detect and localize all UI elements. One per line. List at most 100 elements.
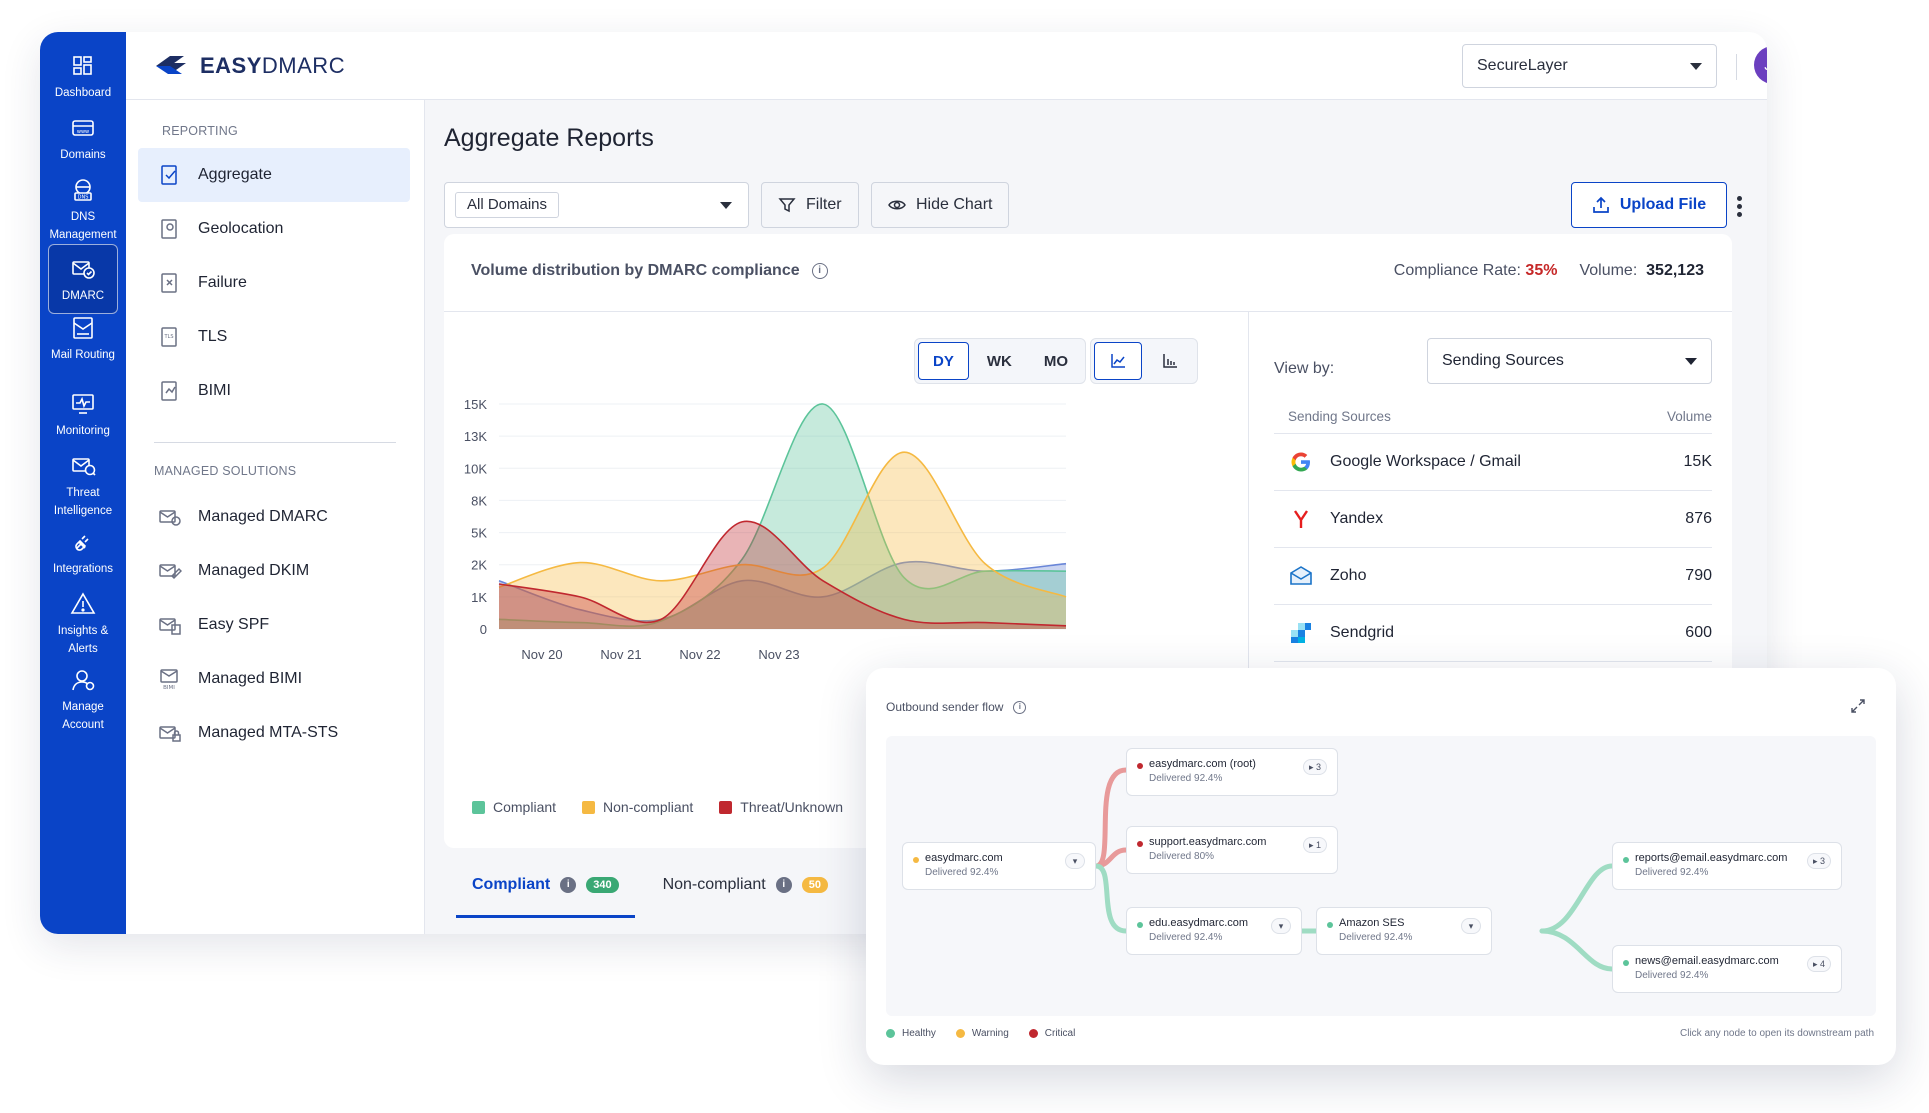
nav-geolocation[interactable]: Geolocation <box>138 202 410 256</box>
brand-logo[interactable]: EASYDMARC <box>154 50 345 82</box>
rail-monitoring[interactable]: Monitoring <box>40 390 126 440</box>
nav-bimi[interactable]: BIMI <box>138 364 410 418</box>
node-name: reports@email.easydmarc.com <box>1635 852 1788 864</box>
node-name: edu.easydmarc.com <box>1149 917 1249 929</box>
plug-icon <box>75 535 89 551</box>
bar-chart-button[interactable] <box>1146 342 1194 380</box>
nav-aggregate[interactable]: Aggregate <box>138 148 410 202</box>
svg-text:www: www <box>77 129 89 135</box>
flow-node-source[interactable]: easydmarc.com Delivered 92.4% ▾ <box>902 842 1096 890</box>
node-name: easydmarc.com (root) <box>1149 758 1256 770</box>
node-name: Amazon SES <box>1339 917 1405 929</box>
status-dot <box>1327 922 1333 928</box>
expand-children-control[interactable]: ▸ 3 <box>1806 853 1831 869</box>
table-row[interactable]: Yandex 876 <box>1274 491 1712 548</box>
y-tick-label: 13K <box>464 429 487 444</box>
rail-label: Threat Intelligence <box>53 487 113 517</box>
info-icon[interactable]: i <box>775 877 792 893</box>
rail-label: DMARC <box>61 290 105 302</box>
flow-node-reports[interactable]: reports@email.easydmarc.com Delivered 92… <box>1612 842 1842 890</box>
managed-dmarc-icon <box>159 510 181 526</box>
flow-node-news[interactable]: news@email.easydmarc.com Delivered 92.4%… <box>1612 945 1842 993</box>
rail-dns[interactable]: DNS DNS Management <box>40 176 126 244</box>
nav-failure[interactable]: Failure <box>138 256 410 310</box>
flow-canvas: easydmarc.com Delivered 92.4% ▾ easydmar… <box>886 736 1876 1016</box>
rail-domains[interactable]: www Domains <box>40 114 126 164</box>
table-row[interactable]: Google Workspace / Gmail 15K <box>1274 434 1712 491</box>
view-by-label: View by: <box>1274 360 1335 377</box>
legend-healthy: Healthy <box>886 1028 936 1039</box>
legend-noncompliant[interactable]: Non-compliant <box>582 799 693 815</box>
status-dot <box>1137 763 1143 769</box>
period-day[interactable]: DY <box>918 342 969 380</box>
nav-managed-mta-sts[interactable]: Managed MTA-STS <box>138 706 410 760</box>
chevron-down-icon <box>1685 357 1697 365</box>
flow-node-root[interactable]: easydmarc.com (root) Delivered 92.4% ▸ 3 <box>1126 748 1338 796</box>
status-dot <box>913 857 919 863</box>
hide-chart-button[interactable]: Hide Chart <box>871 182 1010 228</box>
rail-threat[interactable]: Threat Intelligence <box>40 452 126 520</box>
more-options-icon[interactable] <box>1737 196 1743 218</box>
legend-compliant[interactable]: Compliant <box>472 799 556 815</box>
chevron-down-icon[interactable]: ▾ <box>1461 918 1481 934</box>
nav-managed-dkim[interactable]: Managed DKIM <box>138 544 410 598</box>
source-name: Google Workspace / Gmail <box>1330 453 1521 470</box>
period-week[interactable]: WK <box>973 342 1026 380</box>
logo-light: DMARC <box>261 53 346 78</box>
flow-node-support[interactable]: support.easydmarc.com Delivered 80% ▸ 1 <box>1126 826 1338 874</box>
legend-warning: Warning <box>955 1028 1009 1039</box>
y-tick-label: 5K <box>471 526 487 541</box>
expand-children-control[interactable]: ▸ 4 <box>1806 956 1831 972</box>
domain-select[interactable]: All Domains <box>444 182 749 228</box>
info-icon[interactable]: i <box>1013 700 1027 714</box>
rail-mail-routing[interactable]: Mail Routing <box>40 314 126 364</box>
eye-icon <box>888 200 906 210</box>
period-month[interactable]: MO <box>1030 342 1082 380</box>
info-icon[interactable]: i <box>560 877 577 893</box>
rail-insights[interactable]: Insights & Alerts <box>40 590 126 658</box>
flow-node-edu[interactable]: edu.easydmarc.com Delivered 92.4% ▾ <box>1126 907 1302 955</box>
table-row[interactable]: Sendgrid 600 <box>1274 605 1712 662</box>
flow-legend: Healthy Warning Critical <box>886 1028 1075 1039</box>
rail-integrations[interactable]: Integrations <box>40 528 126 578</box>
bimi-icon <box>161 381 177 401</box>
chevron-down-icon[interactable]: ▾ <box>1065 853 1085 869</box>
expand-icon[interactable] <box>1850 698 1866 714</box>
chevron-down-icon[interactable]: ▾ <box>1271 918 1291 934</box>
managed-dkim-icon <box>159 564 182 580</box>
compliance-tabs: Compliant i 340 Non-compliant i 50 T <box>444 860 882 930</box>
org-select[interactable]: SecureLayer <box>1462 44 1717 88</box>
tab-compliant[interactable]: Compliant i 340 <box>456 860 635 918</box>
rail-dmarc[interactable]: DMARC <box>48 244 118 314</box>
legend-threat[interactable]: Threat/Unknown <box>719 799 843 815</box>
rail-dashboard[interactable]: Dashboard <box>40 52 126 102</box>
rail-account[interactable]: Manage Account <box>40 666 126 734</box>
upload-label: Upload File <box>1619 196 1707 213</box>
expand-children-control[interactable]: ▸ 1 <box>1302 837 1327 853</box>
nav-managed-dmarc[interactable]: Managed DMARC <box>138 490 410 544</box>
aggregate-icon <box>161 165 177 185</box>
nav-managed-bimi[interactable]: BIMI Managed BIMI <box>138 652 410 706</box>
rail-label: Monitoring <box>56 425 110 437</box>
flow-hint: Click any node to open its downstream pa… <box>1680 1028 1874 1039</box>
expand-children-control[interactable]: ▸ 3 <box>1302 759 1327 775</box>
area-chart-button[interactable] <box>1094 342 1142 380</box>
filter-button[interactable]: Filter <box>761 182 859 228</box>
upload-file-button[interactable]: Upload File <box>1571 182 1727 228</box>
section-managed: MANAGED SOLUTIONS <box>154 464 297 478</box>
tab-noncompliant[interactable]: Non-compliant i 50 <box>663 860 828 910</box>
account-icon <box>72 670 95 691</box>
nav-easy-spf[interactable]: Easy SPF <box>138 598 410 652</box>
node-status: Delivered 92.4% <box>1339 932 1413 943</box>
flow-node-amazon-ses[interactable]: Amazon SES Delivered 92.4% ▾ <box>1316 907 1492 955</box>
avatar[interactable]: JS <box>1754 46 1767 84</box>
chevron-down-icon <box>1690 62 1702 70</box>
legend-critical: Critical <box>1028 1028 1075 1039</box>
legend-label: Non-compliant <box>603 799 694 815</box>
info-icon[interactable]: i <box>811 263 828 279</box>
view-by-select[interactable]: Sending Sources <box>1427 338 1712 384</box>
secondary-nav: REPORTING Aggregate Geolocation Failure … <box>126 100 425 934</box>
nav-tls[interactable]: TLS TLS <box>138 310 410 364</box>
table-row[interactable]: Zoho 790 <box>1274 548 1712 605</box>
tls-icon: TLS <box>161 327 177 347</box>
